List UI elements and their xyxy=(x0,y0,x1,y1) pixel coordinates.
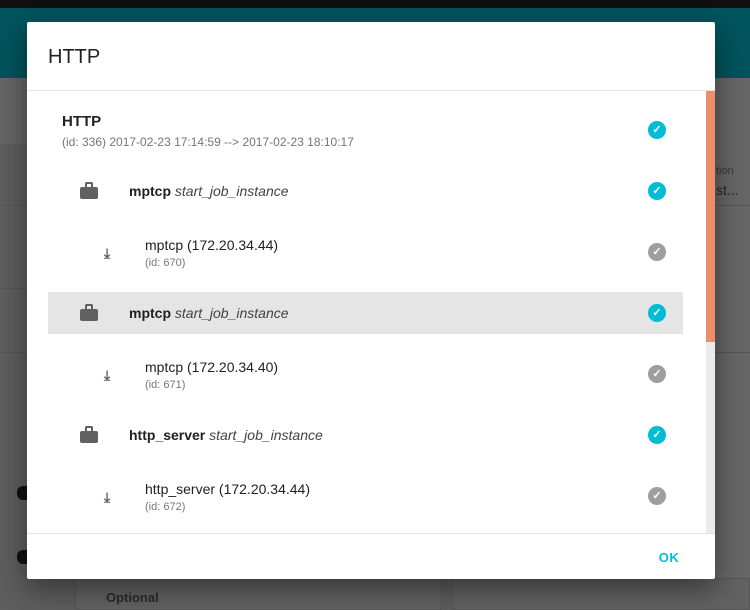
dialog-header: HTTP xyxy=(27,22,715,91)
check-circle-icon: ✓ xyxy=(648,182,666,200)
briefcase-icon xyxy=(80,426,98,443)
check-circle-icon: ✓ xyxy=(648,121,666,139)
download-icon: ⤓ xyxy=(104,367,111,383)
scrollbar-track[interactable] xyxy=(706,91,715,533)
background-divider xyxy=(0,205,27,206)
check-circle-icon: ✓ xyxy=(648,365,666,383)
briefcase-icon xyxy=(80,182,98,199)
job-name: mptcp xyxy=(129,183,171,199)
background-panel xyxy=(452,578,750,610)
check-circle-icon: ✓ xyxy=(648,426,666,444)
job-label: http_server start_job_instance xyxy=(129,427,323,443)
instance-title: http_server (172.20.34.44) xyxy=(145,481,310,497)
briefcase-icon xyxy=(80,304,98,321)
background-field-value: st... xyxy=(716,182,739,198)
dialog-footer: OK xyxy=(27,533,715,579)
background-divider xyxy=(0,288,27,289)
background-radio xyxy=(17,550,27,564)
job-row[interactable]: http_server start_job_instance ✓ xyxy=(48,414,683,456)
check-circle-icon: ✓ xyxy=(648,304,666,322)
instance-id: (id: 671) xyxy=(145,379,186,391)
background-divider xyxy=(0,352,27,353)
scenario-name: HTTP xyxy=(62,113,102,130)
job-row[interactable]: mptcp start_job_instance ✓ xyxy=(48,292,683,334)
ok-button[interactable]: OK xyxy=(647,544,691,570)
job-instance-row[interactable]: ⤓ mptcp (172.20.34.40) (id: 671) ✓ xyxy=(48,353,683,395)
job-name: http_server xyxy=(129,427,206,443)
instance-id: (id: 672) xyxy=(145,501,186,513)
download-icon: ⤓ xyxy=(104,489,111,505)
job-name: mptcp xyxy=(129,305,171,321)
check-circle-icon: ✓ xyxy=(648,243,666,261)
job-action: start_job_instance xyxy=(174,183,289,199)
scrollbar-thumb[interactable] xyxy=(706,91,715,342)
background-divider xyxy=(715,205,750,206)
instance-title: mptcp (172.20.34.40) xyxy=(145,359,279,375)
job-instance-row[interactable]: ⤓ http_server (172.20.34.44) (id: 672) ✓ xyxy=(48,475,683,517)
job-action: start_job_instance xyxy=(174,305,289,321)
http-dialog: HTTP HTTP (id: 336) 2017-02-23 17:14:59 … xyxy=(27,22,715,579)
background-right-column xyxy=(715,144,750,610)
job-row[interactable]: mptcp start_job_instance ✓ xyxy=(48,170,683,212)
scenario-subtitle: (id: 336) 2017-02-23 17:14:59 --> 2017-0… xyxy=(62,135,354,149)
job-instance-row[interactable]: ⤓ mptcp (172.20.34.44) (id: 670) ✓ xyxy=(48,231,683,273)
root-scenario-row[interactable]: HTTP (id: 336) 2017-02-23 17:14:59 --> 2… xyxy=(48,91,683,163)
check-circle-icon: ✓ xyxy=(648,487,666,505)
job-label: mptcp start_job_instance xyxy=(129,183,289,199)
job-action: start_job_instance xyxy=(209,427,323,443)
background-divider xyxy=(715,352,750,353)
instance-id: (id: 670) xyxy=(145,257,186,269)
job-label: mptcp start_job_instance xyxy=(129,305,289,321)
background-radio xyxy=(17,486,27,500)
background-optional-label: Optional xyxy=(106,590,159,605)
dialog-body[interactable]: HTTP (id: 336) 2017-02-23 17:14:59 --> 2… xyxy=(27,91,715,533)
browser-top-strip xyxy=(0,0,750,8)
download-icon: ⤓ xyxy=(104,245,111,261)
instance-title: mptcp (172.20.34.44) xyxy=(145,237,279,253)
dialog-title: HTTP xyxy=(48,46,101,68)
background-field-label: tion xyxy=(716,165,734,177)
